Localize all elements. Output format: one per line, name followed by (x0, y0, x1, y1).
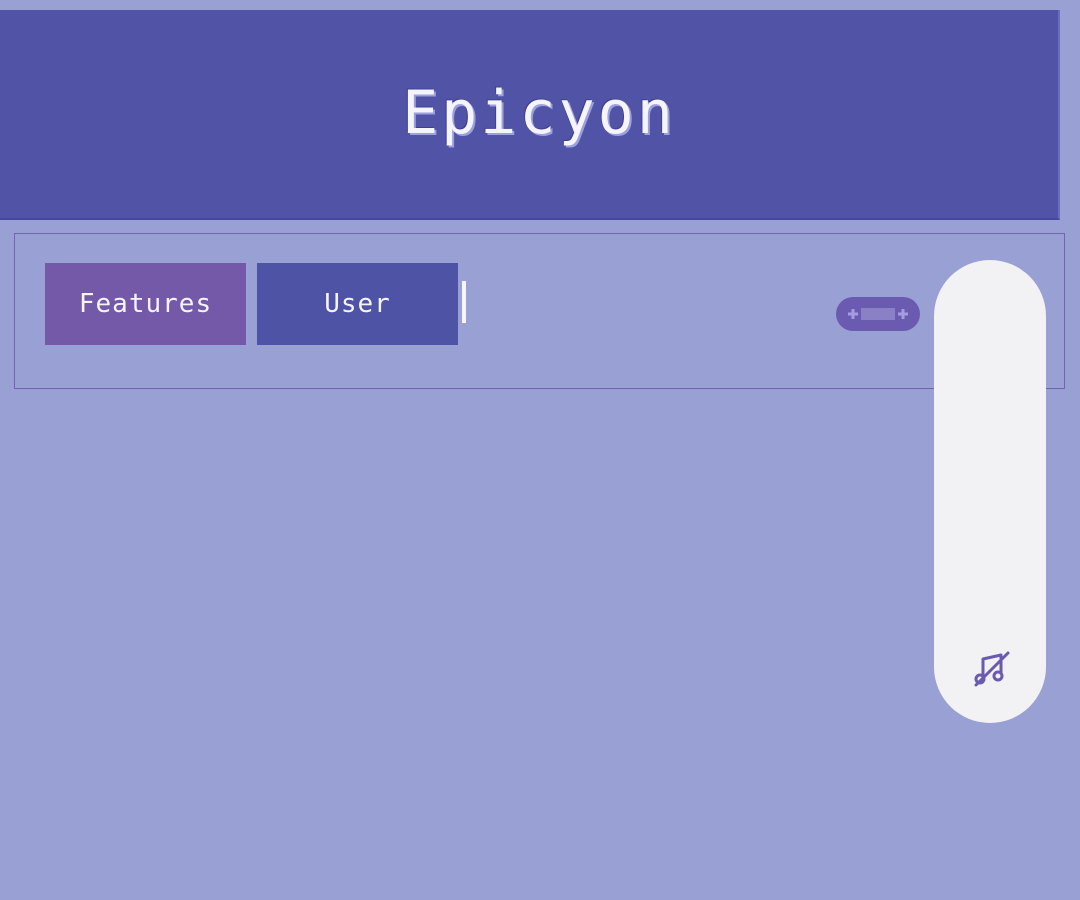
site-title[interactable]: Epicyon (402, 78, 676, 148)
side-panel (934, 260, 1046, 723)
music-off-icon[interactable] (972, 650, 1012, 690)
text-cursor (462, 281, 466, 323)
gamepad-icon[interactable] (833, 293, 923, 335)
tab-user[interactable]: User (257, 263, 458, 345)
toolbar: Features User (14, 233, 1065, 389)
tab-features[interactable]: Features (45, 263, 246, 345)
site-header: Epicyon (0, 10, 1060, 220)
